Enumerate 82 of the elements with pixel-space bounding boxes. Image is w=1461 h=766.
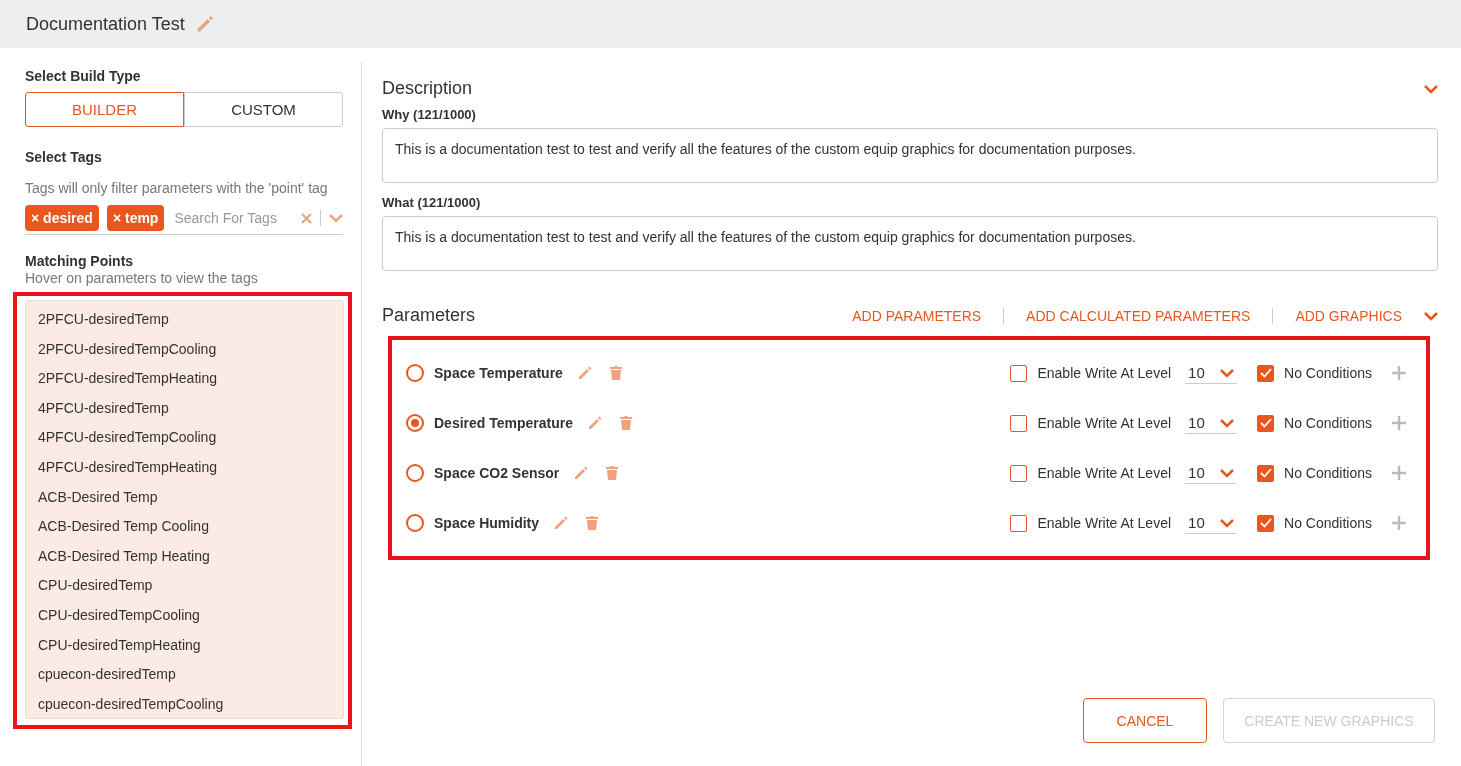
parameter-name: Desired Temperature: [434, 415, 573, 431]
trash-icon[interactable]: [619, 415, 633, 431]
parameter-name: Space Temperature: [434, 365, 563, 381]
field-label: What (121/1000): [382, 195, 482, 210]
pencil-icon[interactable]: [553, 515, 570, 531]
checkbox-label: No Conditions: [1284, 515, 1372, 531]
chevron-down-icon[interactable]: [1220, 417, 1235, 428]
checkbox[interactable]: [1010, 464, 1028, 482]
section-label: Select Tags: [25, 149, 103, 165]
point-item[interactable]: 2PFCU-desiredTempCooling: [38, 334, 343, 365]
action-link[interactable]: ADD CALCULATED PARAMETERS: [1026, 307, 1251, 324]
chevron-down-icon[interactable]: [1220, 517, 1235, 528]
hint-text: Hover on parameters to view the tags: [25, 269, 259, 287]
text-area[interactable]: This is a documentation test to test and verify all the features of the custom equip graphics for documentation purposes.: [382, 128, 1438, 183]
point-item[interactable]: ACB-Desired Temp Cooling: [38, 512, 343, 542]
radio-button[interactable]: [406, 364, 424, 382]
level-select[interactable]: 10: [1185, 462, 1238, 484]
point-item[interactable]: 2PFCU-desiredTemp: [38, 305, 343, 335]
point-item[interactable]: ACB-Desired Temp Heating: [38, 541, 343, 572]
action-link[interactable]: ADD PARAMETERS: [852, 307, 982, 324]
chevron-down-icon[interactable]: [1424, 310, 1438, 321]
trash-icon[interactable]: [605, 465, 620, 481]
section-label: Matching Points: [25, 253, 135, 269]
build-type-toggle[interactable]: CUSTOM: [184, 92, 343, 127]
point-item[interactable]: CPU-desiredTempCooling: [38, 600, 343, 631]
point-item[interactable]: ACB-Desired Temp: [38, 482, 343, 513]
radio-button[interactable]: [406, 414, 424, 432]
plus-icon[interactable]: [1392, 366, 1406, 380]
parameter-name: Space CO2 Sensor: [434, 465, 560, 481]
point-item[interactable]: cpuecon-desiredTempCooling: [38, 689, 343, 718]
checkbox-label: No Conditions: [1284, 415, 1372, 431]
point-item[interactable]: 4PFCU-desiredTempHeating: [38, 452, 343, 483]
section-title: Description: [382, 78, 473, 99]
point-item[interactable]: cpuecon-desiredTemp: [38, 660, 343, 690]
chevron-down-icon[interactable]: [329, 213, 343, 223]
level-select[interactable]: 10: [1185, 412, 1238, 434]
section-label: Select Build Type: [25, 68, 142, 84]
checkbox[interactable]: [1010, 414, 1028, 432]
footer-button[interactable]: CANCEL: [1083, 698, 1207, 743]
chevron-down-icon[interactable]: [1220, 367, 1235, 378]
chevron-down-icon[interactable]: [1424, 83, 1438, 94]
point-item[interactable]: 4PFCU-desiredTempCooling: [38, 423, 343, 453]
checkbox-label: Enable Write At Level: [1037, 415, 1172, 431]
level-select[interactable]: 10: [1185, 362, 1238, 384]
plus-icon[interactable]: [1392, 416, 1406, 430]
trash-icon[interactable]: [585, 515, 600, 531]
checkbox-label: Enable Write At Level: [1037, 515, 1172, 531]
checkbox-label: No Conditions: [1284, 465, 1372, 481]
build-type-toggle[interactable]: BUILDER: [25, 92, 184, 127]
tag-chip[interactable]: × desired: [25, 205, 99, 231]
section-title: Parameters: [382, 305, 476, 326]
checkbox[interactable]: [1257, 464, 1275, 482]
point-item[interactable]: 2PFCU-desiredTempHeating: [38, 364, 343, 394]
point-item[interactable]: 4PFCU-desiredTemp: [38, 393, 343, 424]
pencil-icon[interactable]: [587, 415, 603, 431]
pencil-icon[interactable]: [576, 365, 593, 381]
radio-button[interactable]: [406, 464, 424, 482]
point-item[interactable]: CPU-desiredTemp: [38, 571, 343, 601]
checkbox[interactable]: [1257, 414, 1275, 432]
text-area[interactable]: This is a documentation test to test and verify all the features of the custom equip graphics for documentation purposes.: [382, 216, 1438, 271]
action-link[interactable]: ADD GRAPHICS: [1295, 307, 1402, 324]
checkbox[interactable]: [1010, 364, 1028, 382]
plus-icon[interactable]: [1392, 516, 1406, 530]
checkbox[interactable]: [1257, 514, 1275, 532]
trash-icon[interactable]: [608, 365, 623, 381]
plus-icon[interactable]: [1392, 466, 1406, 480]
checkbox-label: Enable Write At Level: [1037, 365, 1172, 381]
parameter-name: Space Humidity: [434, 515, 540, 531]
clear-icon[interactable]: [301, 212, 312, 224]
checkbox-label: No Conditions: [1284, 365, 1372, 381]
tag-chip[interactable]: × temp: [106, 205, 165, 231]
point-item[interactable]: CPU-desiredTempHeating: [38, 630, 343, 661]
level-select[interactable]: 10: [1185, 512, 1238, 534]
checkbox[interactable]: [1257, 364, 1275, 382]
chevron-down-icon[interactable]: [1220, 467, 1235, 478]
page-title: Documentation Test: [26, 13, 185, 35]
hint-text: Tags will only filter parameters with the 'point' tag: [25, 179, 329, 197]
checkbox-label: Enable Write At Level: [1037, 465, 1172, 481]
radio-button[interactable]: [406, 514, 424, 532]
pencil-icon[interactable]: [573, 465, 590, 481]
checkbox[interactable]: [1010, 514, 1028, 532]
field-label: Why (121/1000): [382, 107, 477, 122]
